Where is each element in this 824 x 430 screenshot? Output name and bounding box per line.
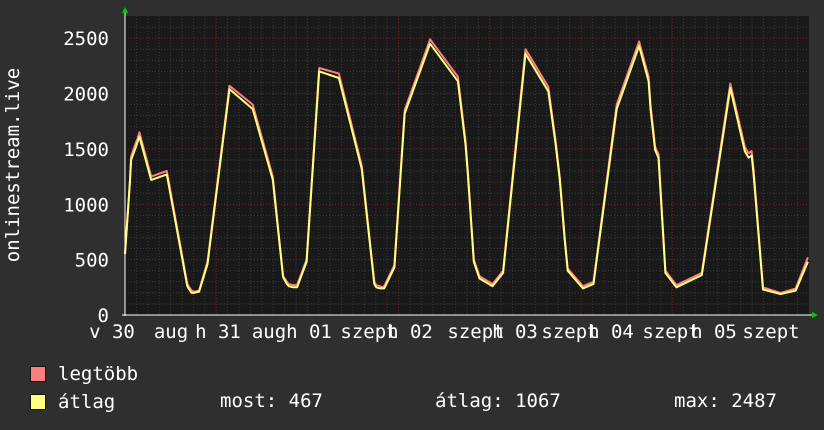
stat-now: most: 467 <box>220 390 323 412</box>
legend-swatch-max <box>30 366 46 382</box>
legend-label-max: legtöbb <box>58 363 139 385</box>
legend-item-avg: átlag <box>30 391 115 413</box>
x-tick-label: aug <box>154 321 188 343</box>
y-tick-label: 1500 <box>63 139 109 161</box>
y-axis-arrow-icon <box>122 7 128 13</box>
y-tick-label: 2500 <box>63 28 109 50</box>
x-axis-arrow-icon <box>812 312 818 318</box>
x-tick-label: h 01 <box>286 321 332 343</box>
legend-swatch-avg <box>30 394 46 410</box>
x-tick-label: h 03 <box>492 321 538 343</box>
x-tick-label: h 04 <box>588 321 634 343</box>
x-tick-labels: v 30 aug h 31 aug h 01 szepth 02 szepth 03 szep… <box>89 321 799 343</box>
x-tick-label: h 02 <box>387 321 433 343</box>
y-tick-labels: 05001000150020002500 <box>63 28 109 327</box>
x-tick-label: aug <box>252 321 286 343</box>
stat-average: átlag: 1067 <box>435 390 561 412</box>
x-tick-label: szept <box>742 321 799 343</box>
legend-item-max: legtöbb <box>30 363 138 385</box>
legend-label-avg: átlag <box>58 391 116 413</box>
stat-max: max: 2487 <box>674 390 777 412</box>
y-tick-label: 1000 <box>63 194 109 216</box>
y-axis-label: onlinestream.live <box>2 68 24 262</box>
y-tick-label: 500 <box>75 250 109 272</box>
x-tick-label: h 31 <box>195 321 241 343</box>
x-tick-label: v 30 <box>89 321 135 343</box>
y-tick-label: 2000 <box>63 84 109 106</box>
x-tick-label: h 05 <box>691 321 737 343</box>
